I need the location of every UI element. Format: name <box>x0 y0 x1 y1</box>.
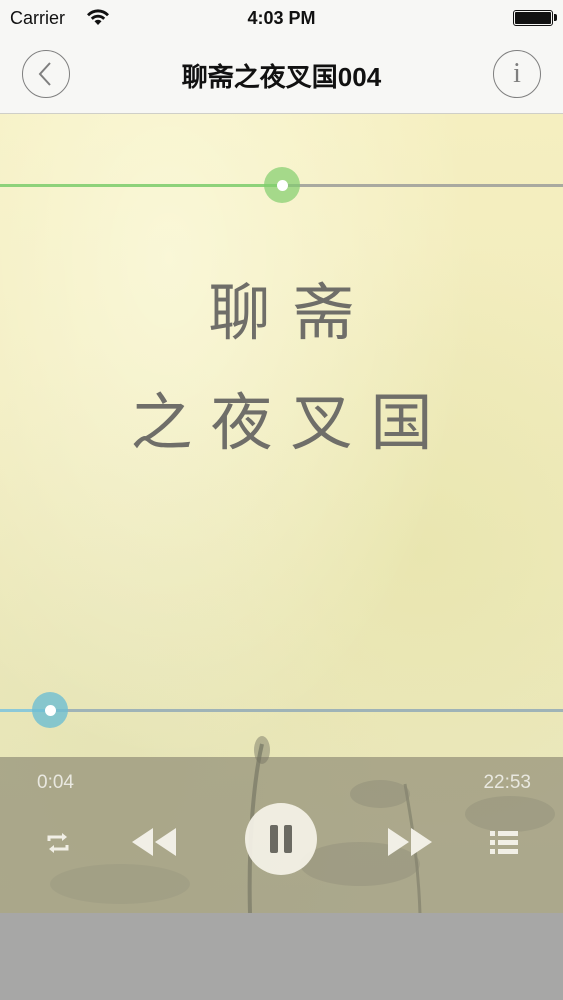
status-bar: Carrier 4:03 PM <box>0 0 563 38</box>
back-chevron-icon <box>38 62 51 86</box>
rewind-icon <box>132 828 176 856</box>
progress-thumb-dot <box>44 704 56 716</box>
top-slider-track <box>282 184 563 187</box>
top-slider-filled <box>0 184 282 187</box>
top-slider[interactable] <box>0 167 563 203</box>
fast-forward-icon <box>388 828 432 856</box>
playlist-button[interactable] <box>484 823 524 863</box>
battery-icon <box>513 10 553 26</box>
elapsed-time: 0:04 <box>37 772 74 793</box>
total-time: 22:53 <box>483 772 531 793</box>
pause-icon <box>270 825 292 853</box>
info-icon: i <box>513 58 521 89</box>
playback-controls: 0:04 22:53 <box>0 757 563 913</box>
top-slider-thumb[interactable] <box>264 167 300 203</box>
back-button[interactable] <box>22 50 70 98</box>
page-title: 聊斋之夜叉国004 <box>181 62 382 92</box>
progress-slider[interactable] <box>0 692 563 728</box>
playlist-icon <box>490 831 518 854</box>
top-slider-thumb-dot <box>276 179 288 191</box>
fast-forward-button[interactable] <box>382 819 438 865</box>
rewind-button[interactable] <box>126 819 182 865</box>
repeat-icon <box>47 833 69 853</box>
navigation-bar: 聊斋之夜叉国004 i <box>0 38 563 114</box>
progress-track <box>50 709 563 712</box>
bottom-blank-area <box>0 913 563 1000</box>
info-button[interactable]: i <box>493 50 541 98</box>
battery-cap <box>554 14 557 21</box>
pause-button[interactable] <box>245 803 317 875</box>
progress-thumb[interactable] <box>32 692 68 728</box>
status-time: 4:03 PM <box>247 8 316 28</box>
repeat-button[interactable] <box>38 823 78 863</box>
